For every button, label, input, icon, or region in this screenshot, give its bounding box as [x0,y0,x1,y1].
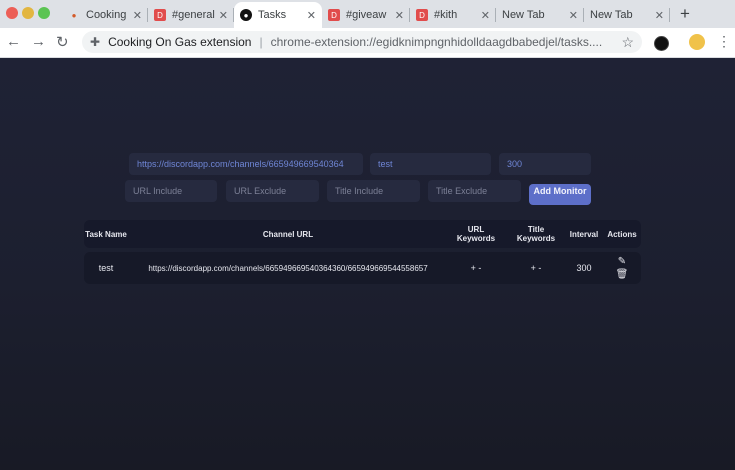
tab-cooking[interactable]: ● Cooking ✕ [62,2,148,28]
table-header: Task Name Channel URL URL Keywords Title… [84,220,641,248]
tab-title: Cooking [86,9,127,21]
title-keywords-controls[interactable]: + - [508,252,564,284]
minimize-window-button[interactable] [22,7,34,19]
extension-puzzle-icon: ✚ [90,35,101,49]
tab-close-icon[interactable]: ✕ [655,9,664,22]
tab-close-icon[interactable]: ✕ [481,9,490,22]
tab-title: Tasks [258,9,287,21]
tab-close-icon[interactable]: ✕ [307,9,316,22]
tab-strip: ● Cooking ✕ D #general ✕ ● Tasks ✕ D #gi… [0,0,735,28]
extension-page: https://discordapp.com/channels/66594966… [0,58,735,470]
tab-kith[interactable]: D #kith ✕ [410,2,496,28]
reload-icon[interactable]: ↻ [56,33,69,51]
trash-icon[interactable]: 🗑 [616,269,629,280]
omnibox-url[interactable]: chrome-extension://egidknimpngnhidolldaa… [271,35,622,49]
header-actions: Actions [607,229,637,239]
header-title-keywords: Title Keywords [516,225,556,243]
header-task-name: Task Name [85,229,127,239]
menu-dots-icon[interactable]: ⋮ [717,33,731,50]
tab-new-tab[interactable]: New Tab ✕ [496,2,584,28]
cell-interval: 300 [576,263,592,273]
url-include-input[interactable]: URL Include [125,180,217,202]
tab-title: New Tab [590,9,633,21]
header-channel-url: Channel URL [262,229,314,239]
address-bar[interactable]: ✚ Cooking On Gas extension | chrome-exte… [82,31,642,53]
header-interval: Interval [569,229,599,239]
tab-title: #giveaw [346,9,387,21]
back-arrow-icon[interactable]: ← [6,33,21,50]
channel-url-input[interactable]: https://discordapp.com/channels/66594966… [129,153,363,175]
tab-close-icon[interactable]: ✕ [219,9,228,22]
cell-channel-url: https://discordapp.com/channels/66594966… [148,263,428,273]
extension-icon[interactable] [654,36,669,51]
close-window-button[interactable] [6,7,18,19]
table-row: test https://discordapp.com/channels/665… [84,252,641,284]
tab-title: New Tab [502,9,545,21]
discord-favicon-icon: D [154,9,166,21]
tab-close-icon[interactable]: ✕ [133,9,142,22]
new-tab-button[interactable]: + [680,4,690,24]
forward-arrow-icon[interactable]: → [31,33,46,50]
url-keywords-controls[interactable]: + - [448,252,504,284]
tab-title: #general [172,9,215,21]
title-exclude-input[interactable]: Title Exclude [428,180,521,202]
tab-giveaway[interactable]: D #giveaw ✕ [322,2,410,28]
maximize-window-button[interactable] [38,7,50,19]
discord-favicon-icon: D [328,9,340,21]
bookmark-star-icon[interactable]: ☆ [621,34,634,51]
omnibox-divider: | [259,35,263,49]
discord-favicon-icon: D [416,9,428,21]
task-name-input[interactable]: test [370,153,491,175]
extension-favicon-icon: ● [240,9,252,21]
browser-toolbar: ← → ↻ ✚ Cooking On Gas extension | chrom… [0,28,735,58]
tab-general[interactable]: D #general ✕ [148,2,234,28]
profile-avatar[interactable] [689,34,705,50]
tab-title: #kith [434,9,458,21]
add-monitor-button[interactable]: Add Monitor [529,184,591,205]
cooking-favicon-icon: ● [71,10,77,20]
row-actions: ✎ 🗑 [602,252,642,284]
tab-tasks[interactable]: ● Tasks ✕ [234,2,322,28]
tasks-table: Task Name Channel URL URL Keywords Title… [84,220,641,284]
tab-close-icon[interactable]: ✕ [395,9,404,22]
omnibox-page-title: Cooking On Gas extension [108,35,252,49]
header-url-keywords: URL Keywords [456,225,496,243]
tab-new-tab[interactable]: New Tab ✕ [584,2,670,28]
interval-input[interactable]: 300 [499,153,591,175]
edit-pencil-icon[interactable]: ✎ [618,256,626,267]
url-exclude-input[interactable]: URL Exclude [226,180,319,202]
title-include-input[interactable]: Title Include [327,180,420,202]
tab-close-icon[interactable]: ✕ [569,9,578,22]
cell-task-name: test [98,263,114,273]
